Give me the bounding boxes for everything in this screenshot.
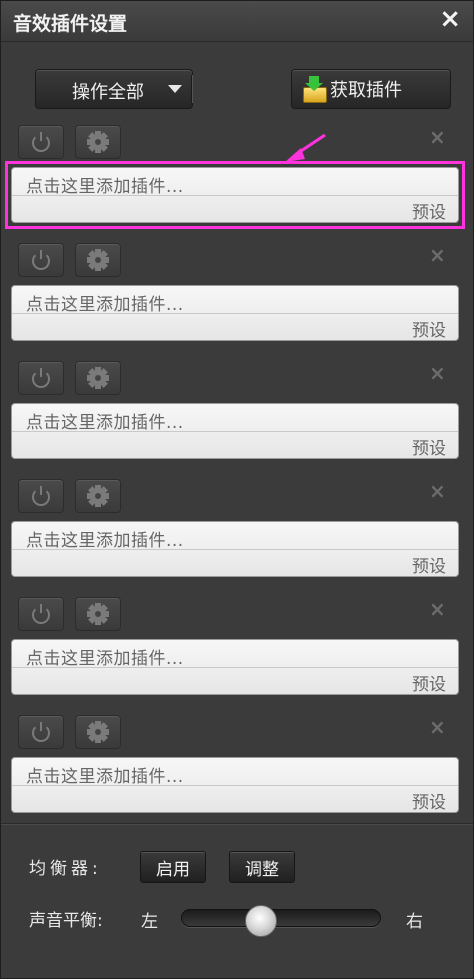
plugin-settings-button[interactable] bbox=[75, 715, 121, 749]
gear-icon bbox=[82, 126, 114, 158]
power-icon bbox=[32, 132, 50, 152]
remove-plugin-icon[interactable]: × bbox=[429, 597, 446, 621]
balance-slider-track[interactable] bbox=[181, 909, 381, 927]
add-plugin-field[interactable]: 点击这里添加插件... 预设 bbox=[11, 639, 459, 695]
remove-plugin-icon[interactable]: × bbox=[429, 243, 446, 267]
plugin-slot: × 点击这里添加插件... 预设 bbox=[1, 479, 473, 589]
preset-button[interactable]: 预设 bbox=[412, 198, 446, 223]
preset-button[interactable]: 预设 bbox=[412, 670, 446, 695]
gear-icon bbox=[82, 598, 114, 630]
gear-icon bbox=[82, 716, 114, 748]
add-plugin-field[interactable]: 点击这里添加插件... 预设 bbox=[11, 757, 459, 813]
title-bar[interactable]: 音效插件设置 × bbox=[1, 1, 473, 42]
balance-slider-knob[interactable] bbox=[245, 905, 277, 937]
dropdown-separator bbox=[191, 75, 192, 103]
panel-divider bbox=[12, 785, 458, 786]
panel-divider bbox=[12, 549, 458, 550]
panel-divider bbox=[12, 313, 458, 314]
plugin-settings-button[interactable] bbox=[75, 361, 121, 395]
add-plugin-placeholder: 点击这里添加插件... bbox=[26, 295, 184, 315]
remove-plugin-icon[interactable]: × bbox=[429, 361, 446, 385]
footer-divider bbox=[1, 823, 473, 824]
plugin-slot: × 点击这里添加插件... 预设 bbox=[1, 361, 473, 471]
remove-plugin-icon[interactable]: × bbox=[429, 125, 446, 149]
panel-divider bbox=[12, 667, 458, 668]
close-icon[interactable]: × bbox=[439, 4, 461, 34]
plugin-slot: × 点击这里添加插件... 预设 bbox=[1, 243, 473, 353]
remove-plugin-icon[interactable]: × bbox=[429, 715, 446, 739]
power-toggle-button[interactable] bbox=[18, 479, 64, 513]
add-plugin-placeholder: 点击这里添加插件... bbox=[26, 767, 184, 787]
power-icon bbox=[32, 604, 50, 624]
add-plugin-field[interactable]: 点击这里添加插件... 预设 bbox=[11, 521, 459, 577]
get-plugin-label: 获取插件 bbox=[330, 80, 402, 101]
power-icon bbox=[32, 722, 50, 742]
power-toggle-button[interactable] bbox=[18, 361, 64, 395]
preset-button[interactable]: 预设 bbox=[412, 434, 446, 459]
plugin-slot: × 点击这里添加插件... 预设 bbox=[1, 125, 473, 235]
plugin-settings-button[interactable] bbox=[75, 125, 121, 159]
power-toggle-button[interactable] bbox=[18, 715, 64, 749]
preset-button[interactable]: 预设 bbox=[412, 316, 446, 341]
add-plugin-field[interactable]: 点击这里添加插件... 预设 bbox=[11, 285, 459, 341]
equalizer-label: 均衡器: bbox=[29, 859, 102, 879]
balance-right-label: 右 bbox=[406, 912, 423, 932]
balance-left-label: 左 bbox=[141, 912, 158, 932]
plugin-settings-button[interactable] bbox=[75, 243, 121, 277]
equalizer-adjust-button[interactable]: 调整 bbox=[229, 851, 295, 883]
power-toggle-button[interactable] bbox=[18, 243, 64, 277]
download-box-icon bbox=[302, 76, 327, 103]
audio-plugin-settings-window: 音效插件设置 × 操作全部 获取插件 × 点击这里添加插件... 预设 × 点击… bbox=[0, 0, 474, 979]
plugin-slot: × 点击这里添加插件... 预设 bbox=[1, 597, 473, 707]
gear-icon bbox=[82, 480, 114, 512]
balance-label: 声音平衡: bbox=[29, 911, 103, 931]
add-plugin-placeholder: 点击这里添加插件... bbox=[26, 531, 184, 551]
power-icon bbox=[32, 486, 50, 506]
equalizer-enable-button[interactable]: 启用 bbox=[140, 851, 206, 883]
gear-icon bbox=[82, 362, 114, 394]
preset-button[interactable]: 预设 bbox=[412, 788, 446, 813]
window-title: 音效插件设置 bbox=[13, 13, 128, 35]
power-icon bbox=[32, 250, 50, 270]
panel-divider bbox=[12, 431, 458, 432]
preset-button[interactable]: 预设 bbox=[412, 552, 446, 577]
power-toggle-button[interactable] bbox=[18, 597, 64, 631]
power-icon bbox=[32, 368, 50, 388]
panel-divider bbox=[12, 195, 458, 196]
add-plugin-placeholder: 点击这里添加插件... bbox=[26, 177, 184, 197]
remove-plugin-icon[interactable]: × bbox=[429, 479, 446, 503]
chevron-down-icon bbox=[168, 85, 182, 93]
get-plugin-button[interactable]: 获取插件 bbox=[291, 69, 451, 109]
plugin-slot: × 点击这里添加插件... 预设 bbox=[1, 715, 473, 825]
operate-all-label: 操作全部 bbox=[72, 82, 144, 103]
operate-all-dropdown[interactable]: 操作全部 bbox=[35, 69, 193, 109]
plugin-settings-button[interactable] bbox=[75, 479, 121, 513]
pointer-arrow-icon bbox=[285, 133, 326, 162]
add-plugin-placeholder: 点击这里添加插件... bbox=[26, 649, 184, 669]
power-toggle-button[interactable] bbox=[18, 125, 64, 159]
plugin-settings-button[interactable] bbox=[75, 597, 121, 631]
add-plugin-field[interactable]: 点击这里添加插件... 预设 bbox=[11, 167, 459, 223]
add-plugin-field[interactable]: 点击这里添加插件... 预设 bbox=[11, 403, 459, 459]
gear-icon bbox=[82, 244, 114, 276]
add-plugin-placeholder: 点击这里添加插件... bbox=[26, 413, 184, 433]
